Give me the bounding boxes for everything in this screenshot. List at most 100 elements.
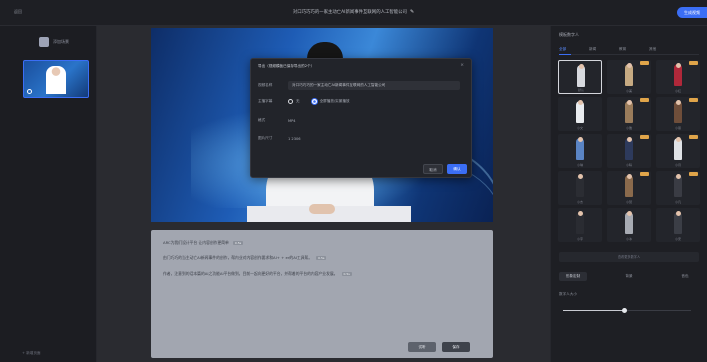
premium-badge xyxy=(640,98,649,102)
avatar-figure xyxy=(625,211,633,234)
avatar-caption: 小慧 xyxy=(625,200,632,204)
name-label: 视频名称 xyxy=(258,83,273,87)
script-line[interactable]: ARC为我们设计平台 让内容创作更简单 0.5s xyxy=(163,240,244,246)
add-scene-button[interactable]: 添加场景 xyxy=(39,37,69,47)
add-page-link[interactable]: + 新增页面 xyxy=(22,351,41,356)
radio-dot xyxy=(311,99,317,104)
edit-pencil-icon[interactable]: ✎ xyxy=(410,9,414,15)
tab-other[interactable]: 其他 xyxy=(649,47,679,52)
top-bar: 返回 对口巧巧巧的一家主动亡AI新闻事件互联网的人工智能公司 ✎ 生成视频 xyxy=(0,0,707,26)
avatar-card[interactable]: 小文 xyxy=(558,97,602,131)
cancel-button[interactable]: 取消 xyxy=(423,164,443,174)
tab-voice[interactable]: 音色 xyxy=(671,272,699,281)
avatar-card[interactable]: 小冰 xyxy=(607,208,651,242)
close-icon[interactable]: × xyxy=(460,63,464,68)
avatar-caption: 小琳 xyxy=(576,163,583,167)
dialog-title: 导出（视频模板已保存导出的2个） xyxy=(258,64,315,68)
avatar-card[interactable]: 小宇 xyxy=(558,208,602,242)
avatar-caption: 小月 xyxy=(674,163,681,167)
avatar-caption: 小凡 xyxy=(674,200,681,204)
resolution-value: 1 2306 xyxy=(288,136,301,141)
avatar-card[interactable]: 小雅 xyxy=(607,97,651,131)
avatar-caption: 小杰 xyxy=(576,200,583,204)
format-row: 格式 MP4 xyxy=(258,118,296,123)
avatar-card[interactable]: 小凡 xyxy=(656,171,700,205)
confirm-button[interactable]: 确认 xyxy=(447,164,467,174)
generate-video-button[interactable]: 生成视频 xyxy=(677,7,707,18)
subtitle-full-label: 全屏播放/实景播放 xyxy=(319,99,350,103)
avatar-figure xyxy=(625,100,633,123)
premium-badge xyxy=(640,172,649,176)
format-value: MP4 xyxy=(288,118,296,123)
video-name-input[interactable]: 对口巧巧巧的一家主动亡AI新闻事件互联网的人工智能公司 xyxy=(288,81,460,90)
subtitle-none-label: 无 xyxy=(296,99,300,103)
avatar-figure xyxy=(576,211,584,234)
anchor-thumbnail-figure xyxy=(46,66,66,94)
avatar-panel-title: 模板数字人 xyxy=(559,32,579,37)
more-avatars-button[interactable]: 查看更多数字人 xyxy=(559,252,699,262)
anchor-hands xyxy=(309,204,335,214)
avatar-caption: 小冰 xyxy=(625,237,632,241)
avatar-figure xyxy=(674,174,682,197)
project-title: 对口巧巧巧的一家主动亡AI新闻事件互联网的人工智能公司 ✎ xyxy=(0,9,707,15)
slider-fill xyxy=(563,310,625,311)
scene-panel: 添加场景 + 新增页面 xyxy=(0,26,97,362)
avatar-figure xyxy=(576,137,584,160)
avatar-card[interactable]: 小慧 xyxy=(607,171,651,205)
subtitle-full-radio[interactable]: 全屏播放/实景播放 xyxy=(311,99,350,104)
pause-tag[interactable]: 0.5s xyxy=(232,241,244,245)
tab-education[interactable]: 教育 xyxy=(619,47,649,52)
avatar-figure xyxy=(577,64,585,87)
avatar-card[interactable]: 小安 xyxy=(656,208,700,242)
avatar-card[interactable]: 小丽 xyxy=(656,97,700,131)
pause-tag[interactable]: 0.5s xyxy=(316,256,327,260)
avatar-figure xyxy=(674,211,682,234)
avatar-caption: 小红 xyxy=(674,89,681,93)
tab-background[interactable]: 背景 xyxy=(615,272,643,281)
avatar-caption: 小文 xyxy=(576,126,583,130)
info-icon[interactable] xyxy=(27,89,32,94)
script-editor[interactable]: ARC为我们设计平台 让内容创作更简单 0.5s 由门巧巧的当主动亡AI新闻事件的… xyxy=(151,230,493,358)
script-line-text: ARC为我们设计平台 让内容创作更简单 xyxy=(163,240,229,245)
add-scene-label: 添加场景 xyxy=(53,39,69,44)
script-line[interactable]: 由门巧巧的当主动亡AI新闻事件的创作，帮内业对内容创作要求和AI+ + er的A… xyxy=(163,255,327,261)
resolution-label: 图片尺寸 xyxy=(258,136,273,140)
avatar-card[interactable]: 小月 xyxy=(656,134,700,168)
save-script-button[interactable]: 保存 xyxy=(442,342,470,352)
premium-badge xyxy=(689,135,698,139)
tab-all[interactable]: 全部 xyxy=(559,47,589,52)
slider-handle[interactable] xyxy=(621,308,627,313)
avatar-caption: 默认 xyxy=(577,88,584,92)
avatar-caption: 小宇 xyxy=(576,237,583,241)
subtitle-row: 主播字幕 无 全屏播放/实景播放 xyxy=(258,99,362,104)
avatar-card[interactable]: 小红 xyxy=(656,60,700,94)
active-tab-indicator xyxy=(559,54,571,55)
avatar-tabs: 全部 新闻 教育 其他 xyxy=(559,47,699,52)
avatar-card[interactable]: 小琳 xyxy=(558,134,602,168)
avatar-figure xyxy=(576,100,584,123)
avatar-figure xyxy=(674,137,682,160)
pause-tag[interactable]: 0.5s xyxy=(341,272,352,276)
preview-audio-button[interactable]: 试听 xyxy=(408,342,436,352)
script-line-text: 作者，注意到的话本篇的AI之功能AI平台做到，目前一起向更好的平台，并帮着的平台… xyxy=(163,271,338,276)
avatar-card[interactable]: 小杰 xyxy=(558,171,602,205)
name-row: 视频名称 对口巧巧巧的一家主动亡AI新闻事件互联网的人工智能公司 xyxy=(258,81,460,90)
premium-badge xyxy=(640,135,649,139)
tab-news[interactable]: 新闻 xyxy=(589,47,619,52)
subtitle-none-radio[interactable]: 无 xyxy=(288,99,300,104)
scene-thumbnail[interactable] xyxy=(23,60,89,98)
avatar-figure xyxy=(674,100,682,123)
avatar-size-slider[interactable] xyxy=(563,308,691,313)
avatar-card[interactable]: 小美 xyxy=(607,60,651,94)
tab-appearance[interactable]: 形象定制 xyxy=(559,272,587,281)
radio-dot xyxy=(288,99,293,104)
avatar-card[interactable]: 默认 xyxy=(558,60,602,94)
avatar-caption: 小丽 xyxy=(674,126,681,130)
avatar-caption: 小晴 xyxy=(625,163,632,167)
avatar-caption: 小雅 xyxy=(625,126,632,130)
avatar-caption: 小美 xyxy=(625,89,632,93)
format-label: 格式 xyxy=(258,118,266,122)
avatar-card[interactable]: 小晴 xyxy=(607,134,651,168)
premium-badge xyxy=(689,98,698,102)
script-line[interactable]: 作者，注意到的话本篇的AI之功能AI平台做到，目前一起向更好的平台，并帮着的平台… xyxy=(163,271,352,277)
